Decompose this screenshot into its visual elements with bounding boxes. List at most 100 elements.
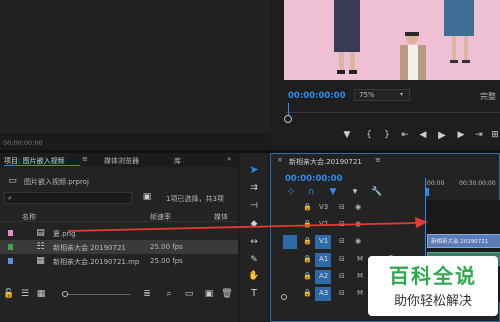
sort-icon[interactable]: ≣	[142, 289, 152, 299]
scroll-handle-left[interactable]	[281, 294, 287, 300]
video-file-icon: ▦	[36, 256, 45, 266]
preview-figures	[334, 0, 474, 80]
zoom-slider-thumb[interactable]	[62, 291, 68, 297]
watermark-subtitle: 助你轻松解决	[393, 294, 472, 309]
play-icon[interactable]: ▶	[436, 130, 448, 141]
quality-select[interactable]: 完整	[480, 91, 496, 102]
add-marker-icon[interactable]: ▼	[329, 187, 337, 197]
col-media[interactable]: 媒体	[214, 212, 228, 222]
settings-icon[interactable]: ▾	[351, 187, 359, 197]
close-icon[interactable]: ×	[277, 156, 283, 164]
item-name: 夏.png	[53, 230, 76, 238]
zoom-select[interactable]: 75% ▾	[354, 89, 410, 101]
timeline-scrollbar[interactable]	[281, 294, 361, 300]
chevron-down-icon: ▾	[400, 91, 404, 98]
mark-out-icon[interactable]: }	[382, 130, 392, 140]
label-color-chip	[8, 230, 13, 236]
sync-lock-icon[interactable]: ⊟	[339, 272, 345, 280]
list-view-icon[interactable]: ☰	[20, 289, 30, 299]
add-marker-icon[interactable]: ▼	[342, 130, 352, 140]
program-timecode: 00:00:00:00	[288, 91, 346, 101]
zoom-value: 75%	[359, 91, 375, 99]
eye-icon[interactable]: ◉	[355, 220, 361, 228]
tab-library[interactable]: 库	[174, 156, 181, 166]
lock-icon[interactable]: 🔒	[303, 272, 312, 280]
linked-selection-icon[interactable]: ∩	[307, 187, 315, 197]
source-patch-v1[interactable]	[283, 235, 297, 249]
col-name[interactable]: 名称	[22, 212, 36, 222]
find-icon[interactable]: ⌕	[164, 289, 174, 299]
source-monitor: 00;00;00;00	[0, 0, 270, 150]
track-select-icon[interactable]: ⇉	[249, 183, 259, 193]
slip-tool-icon[interactable]: ↔	[249, 237, 259, 247]
razor-tool-icon[interactable]: ◆	[249, 219, 259, 229]
wrench-icon[interactable]: 🔧	[371, 187, 382, 197]
new-item-icon[interactable]: ▣	[204, 289, 214, 299]
list-item[interactable]: ▦ 新相亲大会.20190721.mp 25.00 fps	[0, 254, 238, 268]
watermark-title: 百科全说	[389, 264, 477, 288]
item-fps: 25.00 fps	[150, 243, 183, 251]
mark-in-icon[interactable]: {	[364, 130, 374, 140]
item-name: 新相亲大会 20190721	[53, 244, 126, 252]
new-bin-icon[interactable]: ▭	[184, 289, 194, 299]
track-label: A2	[319, 272, 329, 280]
hand-tool-icon[interactable]: ✋	[248, 271, 259, 281]
program-monitor: 00:00:00:00 75% ▾ 完整 ▼ { } ⇤ ◀ ▶ ▶ ⇥ ⊞	[272, 0, 500, 150]
lock-icon[interactable]: 🔒	[303, 220, 312, 228]
figure-left	[334, 0, 360, 74]
eye-icon[interactable]: ◉	[355, 203, 361, 211]
active-tab-underline	[4, 165, 80, 166]
hamburger-icon[interactable]: ≡	[375, 156, 381, 164]
selection-tool-icon[interactable]: ➤	[249, 163, 259, 176]
go-to-out-icon[interactable]: ⇥	[474, 130, 484, 140]
column-header-row: 名称 帧速率 媒体	[0, 210, 238, 222]
col-frame-rate[interactable]: 帧速率	[150, 212, 171, 222]
tools-panel: ➤ ⇉ ⊣ ◆ ↔ ✎ ✋ T	[240, 153, 268, 322]
lock-icon[interactable]: 🔒	[303, 237, 312, 245]
track-label[interactable]: V3	[319, 203, 328, 211]
list-item[interactable]: ☷ 新相亲大会 20190721 25.00 fps	[0, 240, 238, 254]
mute-icon[interactable]: M	[357, 272, 363, 280]
sequence-tab[interactable]: 新相亲大会.20190721	[289, 157, 362, 167]
lock-icon[interactable]: 🔒	[303, 203, 312, 211]
video-clip[interactable]: 新相亲大会.20190721	[427, 234, 500, 248]
pen-tool-icon[interactable]: ✎	[249, 255, 259, 265]
source-timecode: 00;00;00;00	[3, 139, 43, 147]
overflow-icon[interactable]: »	[227, 155, 231, 163]
hamburger-icon[interactable]: ≡	[82, 155, 88, 163]
step-back-icon[interactable]: ◀	[418, 130, 428, 140]
timeline-timecode[interactable]: 00:00:00:00	[285, 174, 343, 184]
ripple-edit-icon[interactable]: ⊣	[249, 201, 259, 211]
track-label[interactable]: V2	[319, 220, 328, 228]
watermark: 百科全说 助你轻松解决	[368, 256, 498, 316]
track-row-v1: 🔒 V1 ⊟ ◉	[271, 234, 425, 250]
clip-label: 新相亲大会.20190721	[431, 239, 489, 245]
lock-icon[interactable]: 🔒	[303, 255, 312, 263]
program-preview	[284, 0, 500, 80]
search-field[interactable]: ⌕	[4, 192, 132, 204]
mute-icon[interactable]: M	[357, 255, 363, 263]
eye-icon[interactable]: ◉	[355, 237, 361, 245]
playhead-marker-icon[interactable]	[284, 115, 292, 123]
sync-lock-icon[interactable]: ⊟	[339, 203, 345, 211]
list-item[interactable]: ▤ 夏.png	[0, 226, 238, 240]
go-to-in-icon[interactable]: ⇤	[400, 130, 410, 140]
program-scrub-bar[interactable]	[284, 103, 500, 124]
sync-lock-icon[interactable]: ⊟	[339, 255, 345, 263]
label-color-chip	[8, 244, 13, 250]
lock-icon[interactable]: 🔓	[3, 289, 14, 299]
ruler-label: 00:30:00:00	[459, 180, 496, 187]
sync-lock-icon[interactable]: ⊟	[339, 220, 345, 228]
lift-icon[interactable]: ⊞	[490, 130, 500, 140]
new-bin-icon[interactable]: ▣	[142, 192, 152, 202]
step-forward-icon[interactable]: ▶	[456, 130, 466, 140]
icon-view-icon[interactable]: ▦	[36, 289, 46, 299]
track-label: V1	[319, 237, 329, 245]
sync-lock-icon[interactable]: ⊟	[339, 237, 345, 245]
tab-media-browser[interactable]: 媒体浏览器	[104, 156, 139, 166]
time-ruler[interactable]: :00:00 00:30:00:00	[425, 178, 500, 198]
type-tool-icon[interactable]: T	[249, 287, 259, 299]
zoom-slider[interactable]	[62, 291, 130, 297]
snap-icon[interactable]: ⊹	[287, 187, 295, 197]
trash-icon[interactable]: 🗑	[221, 289, 232, 299]
